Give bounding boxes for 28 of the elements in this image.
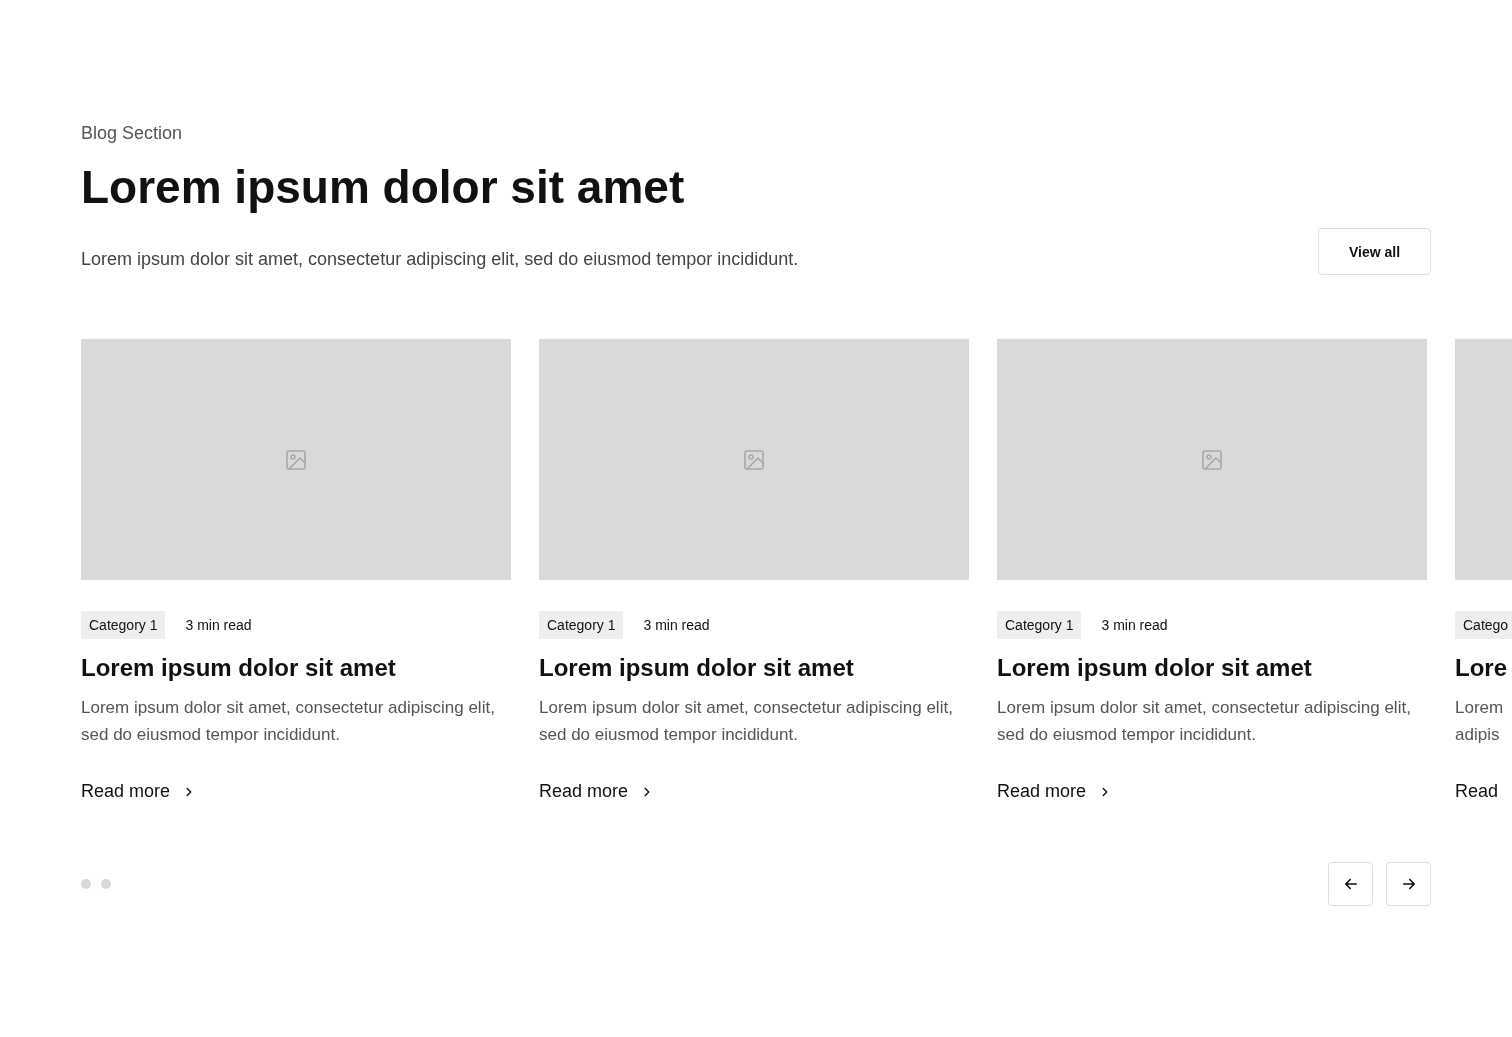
read-more-link[interactable]: Read [1455, 778, 1512, 805]
category-tag: Category 1 [997, 611, 1082, 639]
post-description: Lorem adipis [1455, 697, 1505, 746]
read-time: 3 min read [643, 616, 710, 635]
category-tag: Catego [1455, 611, 1512, 639]
view-all-button[interactable]: View all [1318, 228, 1431, 275]
read-more-link[interactable]: Read more [997, 778, 1427, 805]
post-title: Lore [1455, 653, 1508, 683]
section-description: Lorem ipsum dolor sit amet, consectetur adipiscing elit, sed do eiusmod tempor incididunt. [81, 248, 799, 271]
image-icon [284, 447, 308, 472]
previous-button[interactable] [1328, 862, 1373, 906]
read-more-link[interactable]: Read more [539, 778, 969, 805]
post-title: Lorem ipsum dolor sit amet [997, 653, 1313, 683]
read-time: 3 min read [185, 616, 252, 635]
post-description: Lorem ipsum dolor sit amet, consectetur adipiscing elit, sed do eiusmod tempor incididunt. [997, 697, 1412, 746]
category-tag: Category 1 [539, 611, 624, 639]
section-label: Blog Section [81, 122, 184, 145]
post-description: Lorem ipsum dolor sit amet, consectetur adipiscing elit, sed do eiusmod tempor incididunt. [81, 697, 496, 746]
post-title: Lorem ipsum dolor sit amet [539, 653, 855, 683]
section-heading: Lorem ipsum dolor sit amet [81, 160, 686, 215]
image-icon [1200, 447, 1224, 472]
category-tag: Category 1 [81, 611, 166, 639]
post-description: Lorem ipsum dolor sit amet, consectetur adipiscing elit, sed do eiusmod tempor incididunt. [539, 697, 954, 746]
next-button[interactable] [1386, 862, 1431, 906]
read-more-link[interactable]: Read more [81, 778, 511, 805]
read-time: 3 min read [1101, 616, 1168, 635]
post-title: Lorem ipsum dolor sit amet [81, 653, 397, 683]
image-icon [742, 447, 766, 472]
